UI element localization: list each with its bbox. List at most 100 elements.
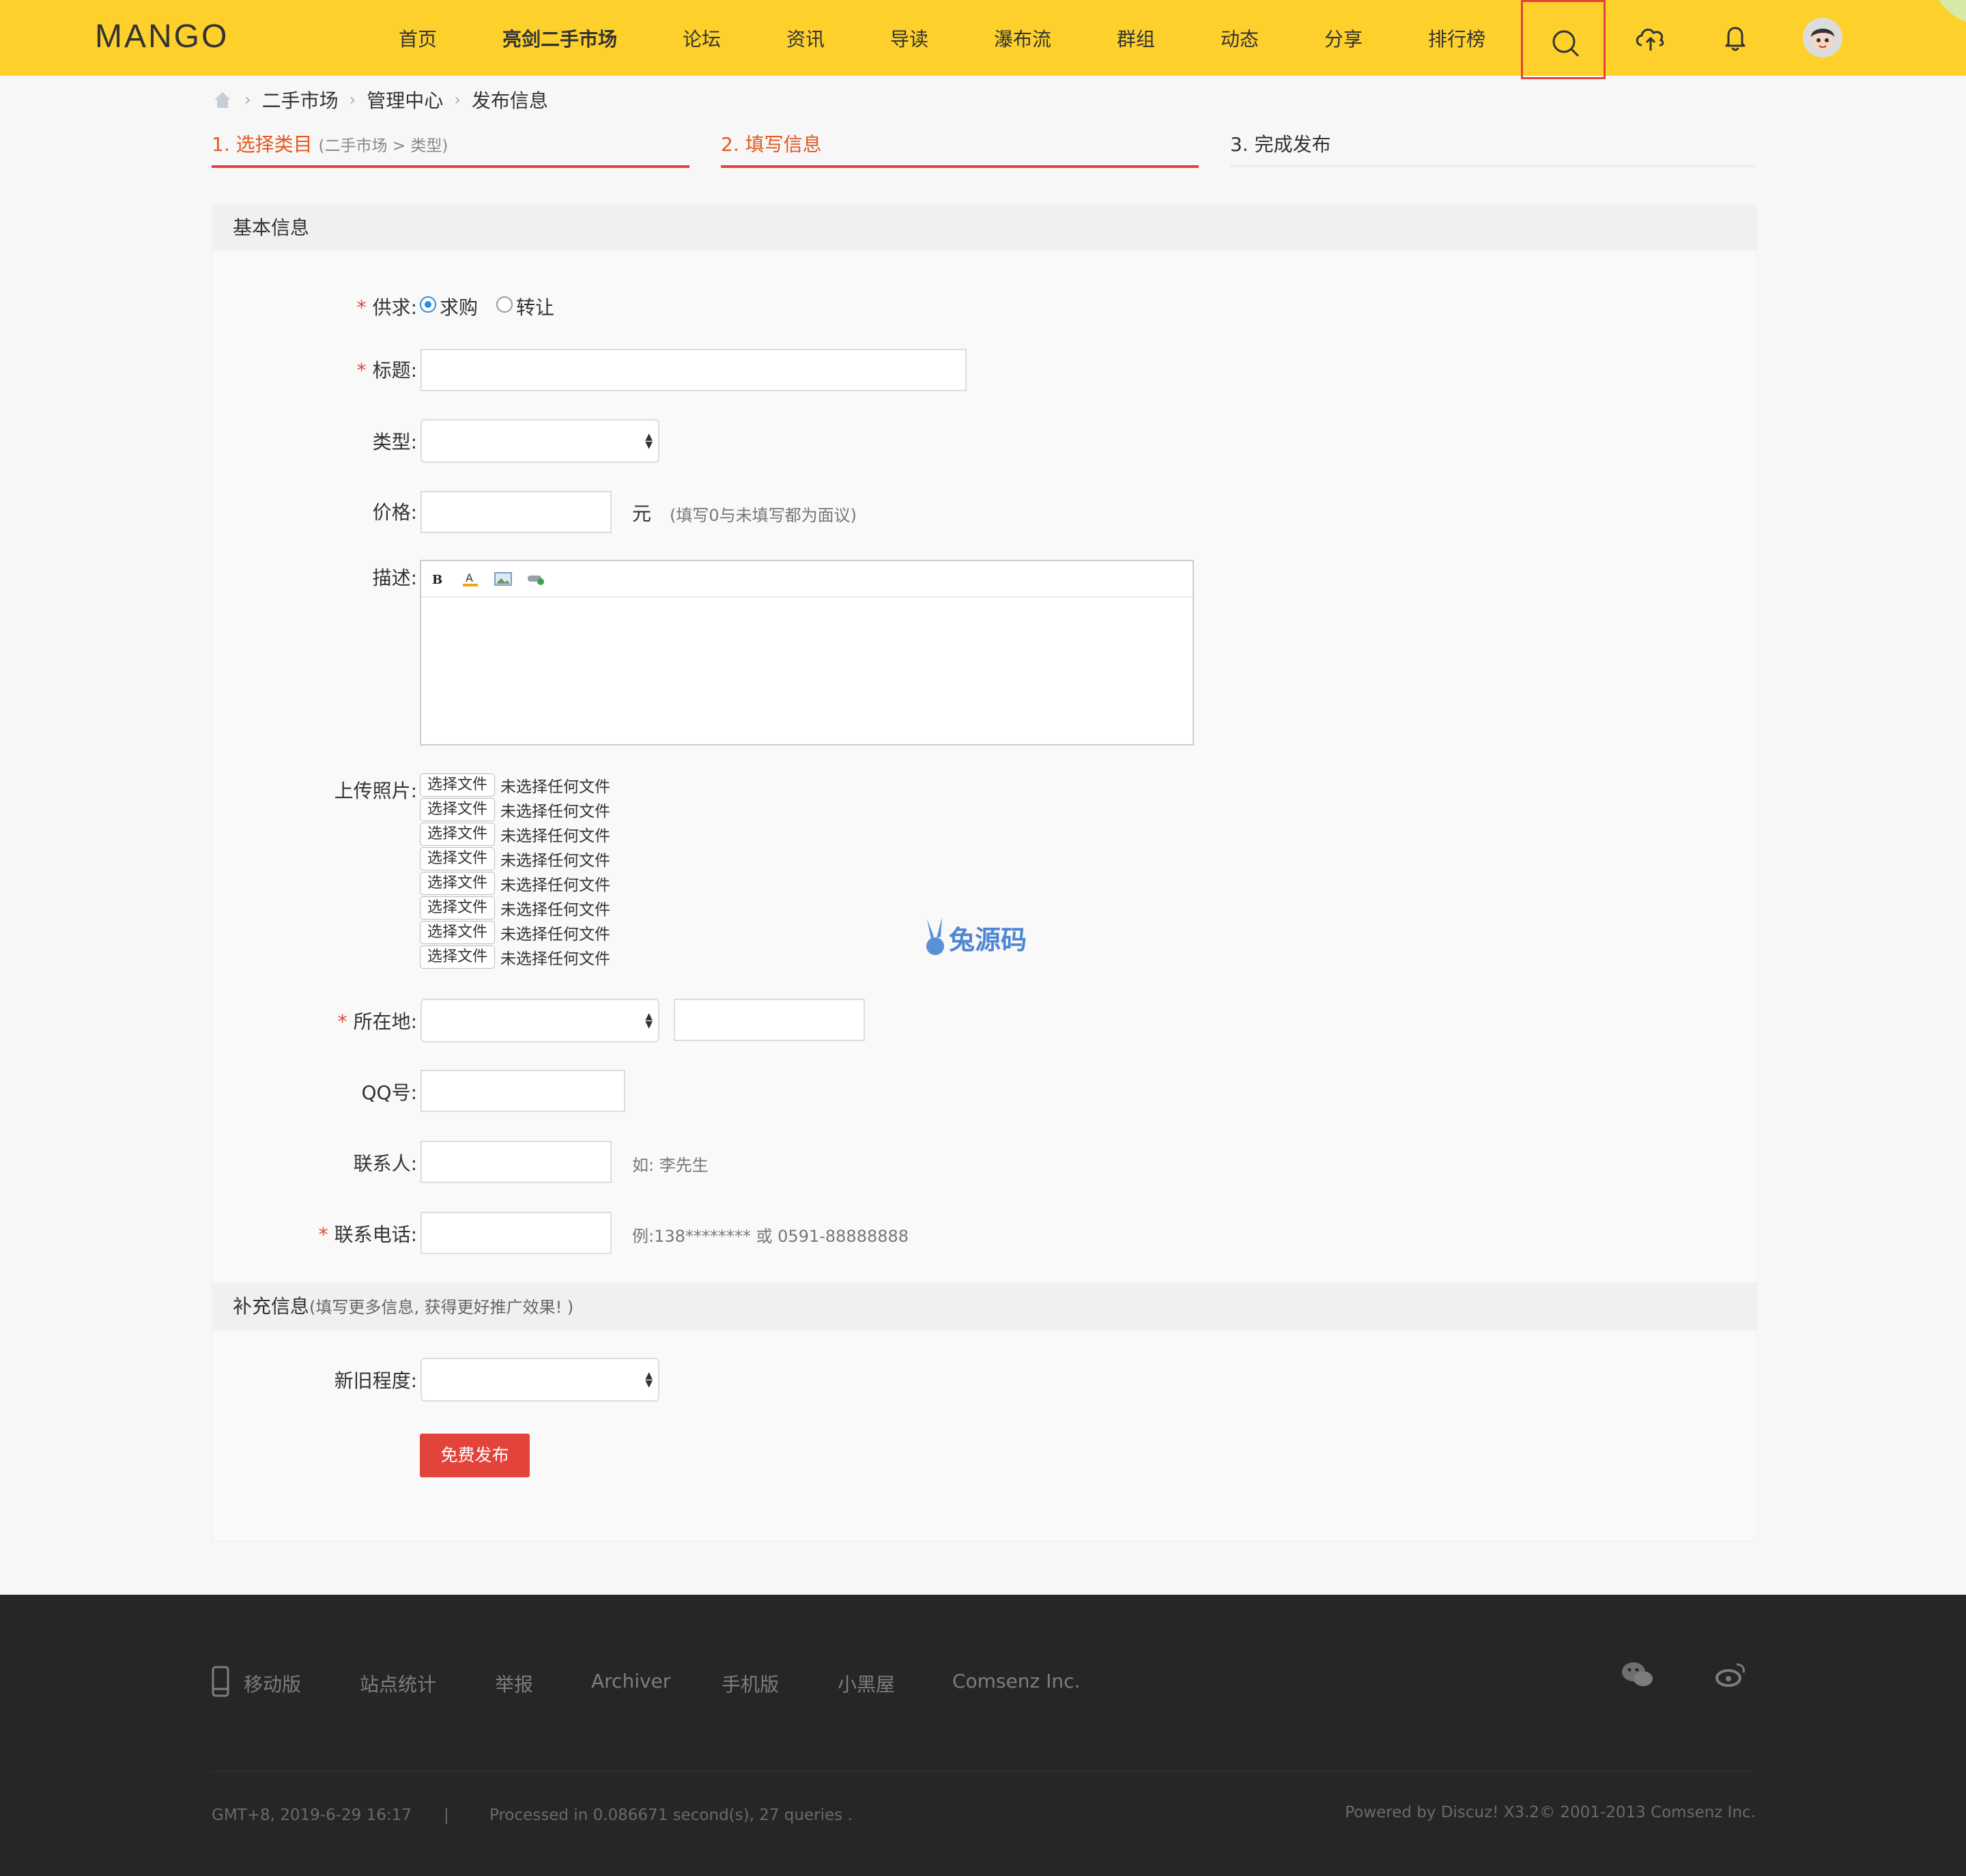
description-label: 描述:	[372, 567, 417, 589]
nav-groups[interactable]: 群组	[1117, 25, 1155, 52]
site-logo[interactable]: MANGO	[95, 18, 229, 55]
price-input[interactable]	[421, 491, 612, 533]
nav-home[interactable]: 首页	[399, 25, 437, 52]
contact-hint: 如: 李先生	[632, 1156, 709, 1175]
file-upload-row: 选择文件 未选择任何文件	[420, 871, 610, 896]
file-upload-row: 选择文件 未选择任何文件	[420, 920, 610, 945]
user-avatar[interactable]	[1803, 18, 1842, 57]
extra-info-title: 补充信息	[233, 1295, 310, 1318]
choose-file-button[interactable]: 选择文件	[420, 896, 496, 920]
submit-free-publish-button[interactable]: 免费发布	[420, 1434, 530, 1477]
radio-buy-label[interactable]: 求购	[440, 293, 478, 320]
text-color-icon[interactable]: A	[461, 571, 480, 587]
type-label: 类型:	[372, 431, 417, 453]
footer-pipe: |	[444, 1806, 449, 1824]
step-2-underline	[721, 165, 1199, 168]
radio-buy[interactable]	[420, 296, 436, 313]
nav-ranking[interactable]: 排行榜	[1428, 25, 1485, 52]
extra-info-note: (填写更多信息, 获得更好推广效果! )	[309, 1298, 574, 1317]
description-editor[interactable]: B A	[420, 560, 1194, 745]
svg-text:A: A	[466, 571, 473, 584]
choose-file-button[interactable]: 选择文件	[420, 946, 496, 969]
radio-sell-label[interactable]: 转让	[516, 293, 554, 320]
bell-icon	[1725, 27, 1746, 51]
svg-text:兔源码: 兔源码	[949, 925, 1027, 955]
select-arrows-icon: ▲ ▼	[645, 431, 653, 451]
breadcrumb-management[interactable]: 管理中心	[367, 86, 443, 113]
file-status: 未选择任何文件	[500, 950, 611, 968]
nav-waterfall[interactable]: 瀑布流	[994, 25, 1051, 52]
search-button[interactable]	[1521, 0, 1606, 79]
choose-file-button[interactable]: 选择文件	[420, 872, 496, 895]
weibo-icon[interactable]	[1715, 1660, 1748, 1688]
footer-timestamp: GMT+8, 2019-6-29 16:17	[212, 1806, 412, 1824]
condition-select[interactable]: ▲ ▼	[421, 1358, 659, 1402]
step-fill-info: 2. 填写信息	[721, 133, 822, 156]
price-unit: 元	[632, 502, 652, 525]
qq-label: QQ号:	[361, 1081, 417, 1104]
phone-input[interactable]	[421, 1212, 612, 1254]
step-1-label: 1. 选择类目	[212, 133, 313, 156]
choose-file-button[interactable]: 选择文件	[420, 773, 496, 797]
breadcrumb-market[interactable]: 二手市场	[262, 86, 339, 113]
nav-news[interactable]: 资讯	[786, 25, 825, 52]
search-icon	[1552, 30, 1579, 57]
choose-file-button[interactable]: 选择文件	[420, 847, 496, 870]
footer-link-report[interactable]: 举报	[495, 1670, 533, 1697]
footer-link-mobile[interactable]: 移动版	[244, 1670, 301, 1697]
supply-label: * 供求:	[356, 296, 417, 319]
top-navbar: MANGO 首页 亮剑二手市场 论坛 资讯 导读 瀑布流 群组 动态 分享 排行…	[0, 0, 1966, 79]
file-status: 未选择任何文件	[500, 827, 611, 845]
avatar-icon	[1803, 18, 1842, 57]
file-upload-row: 选择文件 未选择任何文件	[420, 773, 610, 797]
breadcrumb-separator: ›	[454, 90, 461, 109]
footer-link-phone[interactable]: 手机版	[722, 1670, 779, 1697]
price-label: 价格:	[372, 501, 417, 524]
basic-info-header: 基本信息	[212, 205, 1756, 251]
footer-processed-info: Processed in 0.086671 second(s), 27 quer…	[489, 1806, 853, 1824]
mobile-icon	[212, 1666, 229, 1697]
breadcrumb-publish: 发布信息	[471, 89, 548, 112]
link-icon[interactable]	[526, 571, 545, 587]
step-select-category[interactable]: 1. 选择类目 (二手市场 > 类型)	[212, 130, 448, 157]
qq-input[interactable]	[421, 1070, 625, 1112]
nav-guide[interactable]: 导读	[890, 25, 928, 52]
home-icon[interactable]	[212, 90, 233, 109]
radio-sell[interactable]	[496, 296, 513, 313]
choose-file-button[interactable]: 选择文件	[420, 798, 496, 821]
wechat-icon[interactable]	[1621, 1660, 1655, 1689]
choose-file-button[interactable]: 选择文件	[420, 921, 496, 944]
breadcrumb-separator: ›	[244, 90, 251, 109]
file-status: 未选择任何文件	[500, 778, 611, 796]
nav-activity[interactable]: 动态	[1221, 25, 1259, 52]
upload-icon	[1636, 28, 1664, 51]
location-detail-input[interactable]	[674, 999, 865, 1041]
upload-button[interactable]	[1608, 0, 1693, 76]
rabbit-watermark-icon: 兔源码	[926, 918, 1027, 955]
footer-divider	[212, 1771, 1756, 1772]
footer-link-comsenz[interactable]: Comsenz Inc.	[952, 1670, 1080, 1692]
nav-share[interactable]: 分享	[1324, 25, 1363, 52]
location-select[interactable]: ▲ ▼	[421, 999, 659, 1042]
type-select[interactable]: ▲ ▼	[421, 419, 659, 463]
notification-button[interactable]	[1693, 0, 1778, 76]
footer-powered-by: Powered by Discuz! X3.2© 2001-2013 Comse…	[1345, 1804, 1756, 1821]
phone-hint: 例:138******** 或 0591-88888888	[632, 1227, 909, 1246]
progress-steps: 1. 选择类目 (二手市场 > 类型) 2. 填写信息 3. 完成发布	[212, 130, 1754, 171]
basic-info-title: 基本信息	[233, 216, 310, 239]
bold-icon[interactable]: B	[428, 571, 447, 587]
nav-forum[interactable]: 论坛	[683, 25, 721, 52]
footer-link-stats[interactable]: 站点统计	[360, 1670, 436, 1697]
title-input[interactable]	[421, 349, 967, 391]
contact-label: 联系人:	[353, 1152, 417, 1175]
upload-label: 上传照片:	[334, 780, 417, 802]
image-icon[interactable]	[494, 571, 513, 587]
step-complete: 3. 完成发布	[1230, 133, 1331, 156]
footer-link-blackroom[interactable]: 小黑屋	[838, 1670, 895, 1697]
nav-secondhand-market[interactable]: 亮剑二手市场	[502, 25, 617, 52]
choose-file-button[interactable]: 选择文件	[420, 823, 496, 846]
contact-input[interactable]	[421, 1141, 612, 1183]
file-status: 未选择任何文件	[500, 852, 611, 870]
breadcrumb-separator: ›	[349, 90, 356, 109]
footer-link-archiver[interactable]: Archiver	[591, 1670, 670, 1692]
